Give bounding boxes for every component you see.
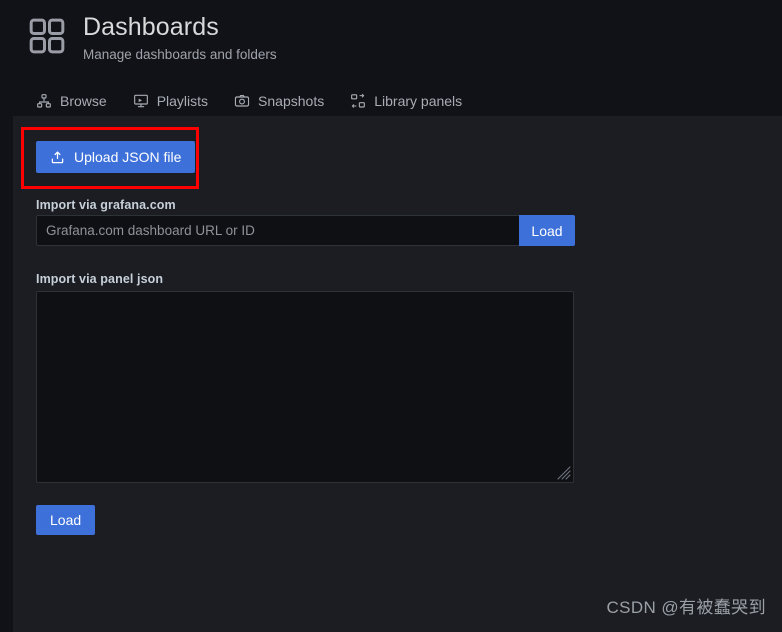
upload-icon: [50, 150, 74, 165]
tab-library-panels-label: Library panels: [374, 93, 463, 109]
title-block: Dashboards Manage dashboards and folders: [83, 12, 277, 64]
tab-browse[interactable]: Browse: [36, 86, 107, 116]
import-via-grafana-com-label: Import via grafana.com: [36, 198, 176, 212]
page-title: Dashboards: [83, 13, 219, 41]
presentation-icon: [133, 93, 157, 109]
tab-library-panels[interactable]: Library panels: [350, 86, 462, 116]
dashboards-grid-icon: [27, 12, 67, 56]
dashboards-tab-bar: Browse Playlists Snapshots Library panel…: [36, 86, 488, 116]
sitemap-icon: [36, 93, 60, 109]
page-subtitle: Manage dashboards and folders: [83, 47, 277, 62]
panel-json-textarea[interactable]: [36, 291, 574, 483]
tab-snapshots[interactable]: Snapshots: [234, 86, 324, 116]
page-header: Dashboards Manage dashboards and folders…: [0, 0, 782, 116]
upload-json-file-button[interactable]: Upload JSON file: [36, 141, 196, 173]
header-title-group: Dashboards Manage dashboards and folders: [27, 12, 277, 64]
panel-json-load-button[interactable]: Load: [36, 505, 96, 535]
grafana-dashboards-import-page: Dashboards Manage dashboards and folders…: [0, 0, 782, 632]
camera-icon: [234, 93, 258, 109]
tab-playlists-label: Playlists: [156, 93, 209, 109]
watermark-text: CSDN @有被蠢哭到: [606, 598, 766, 617]
tab-snapshots-label: Snapshots: [258, 93, 325, 109]
library-panels-icon: [350, 93, 374, 109]
grafana-com-load-button[interactable]: Load: [519, 215, 575, 246]
tab-playlists[interactable]: Playlists: [133, 86, 208, 116]
import-via-panel-json-label: Import via panel json: [36, 272, 164, 286]
upload-json-file-label: Upload JSON file: [74, 149, 182, 165]
grafana-com-url-input[interactable]: [36, 215, 519, 246]
import-via-grafana-com-row: Load: [36, 215, 575, 246]
tab-browse-label: Browse: [60, 93, 107, 109]
